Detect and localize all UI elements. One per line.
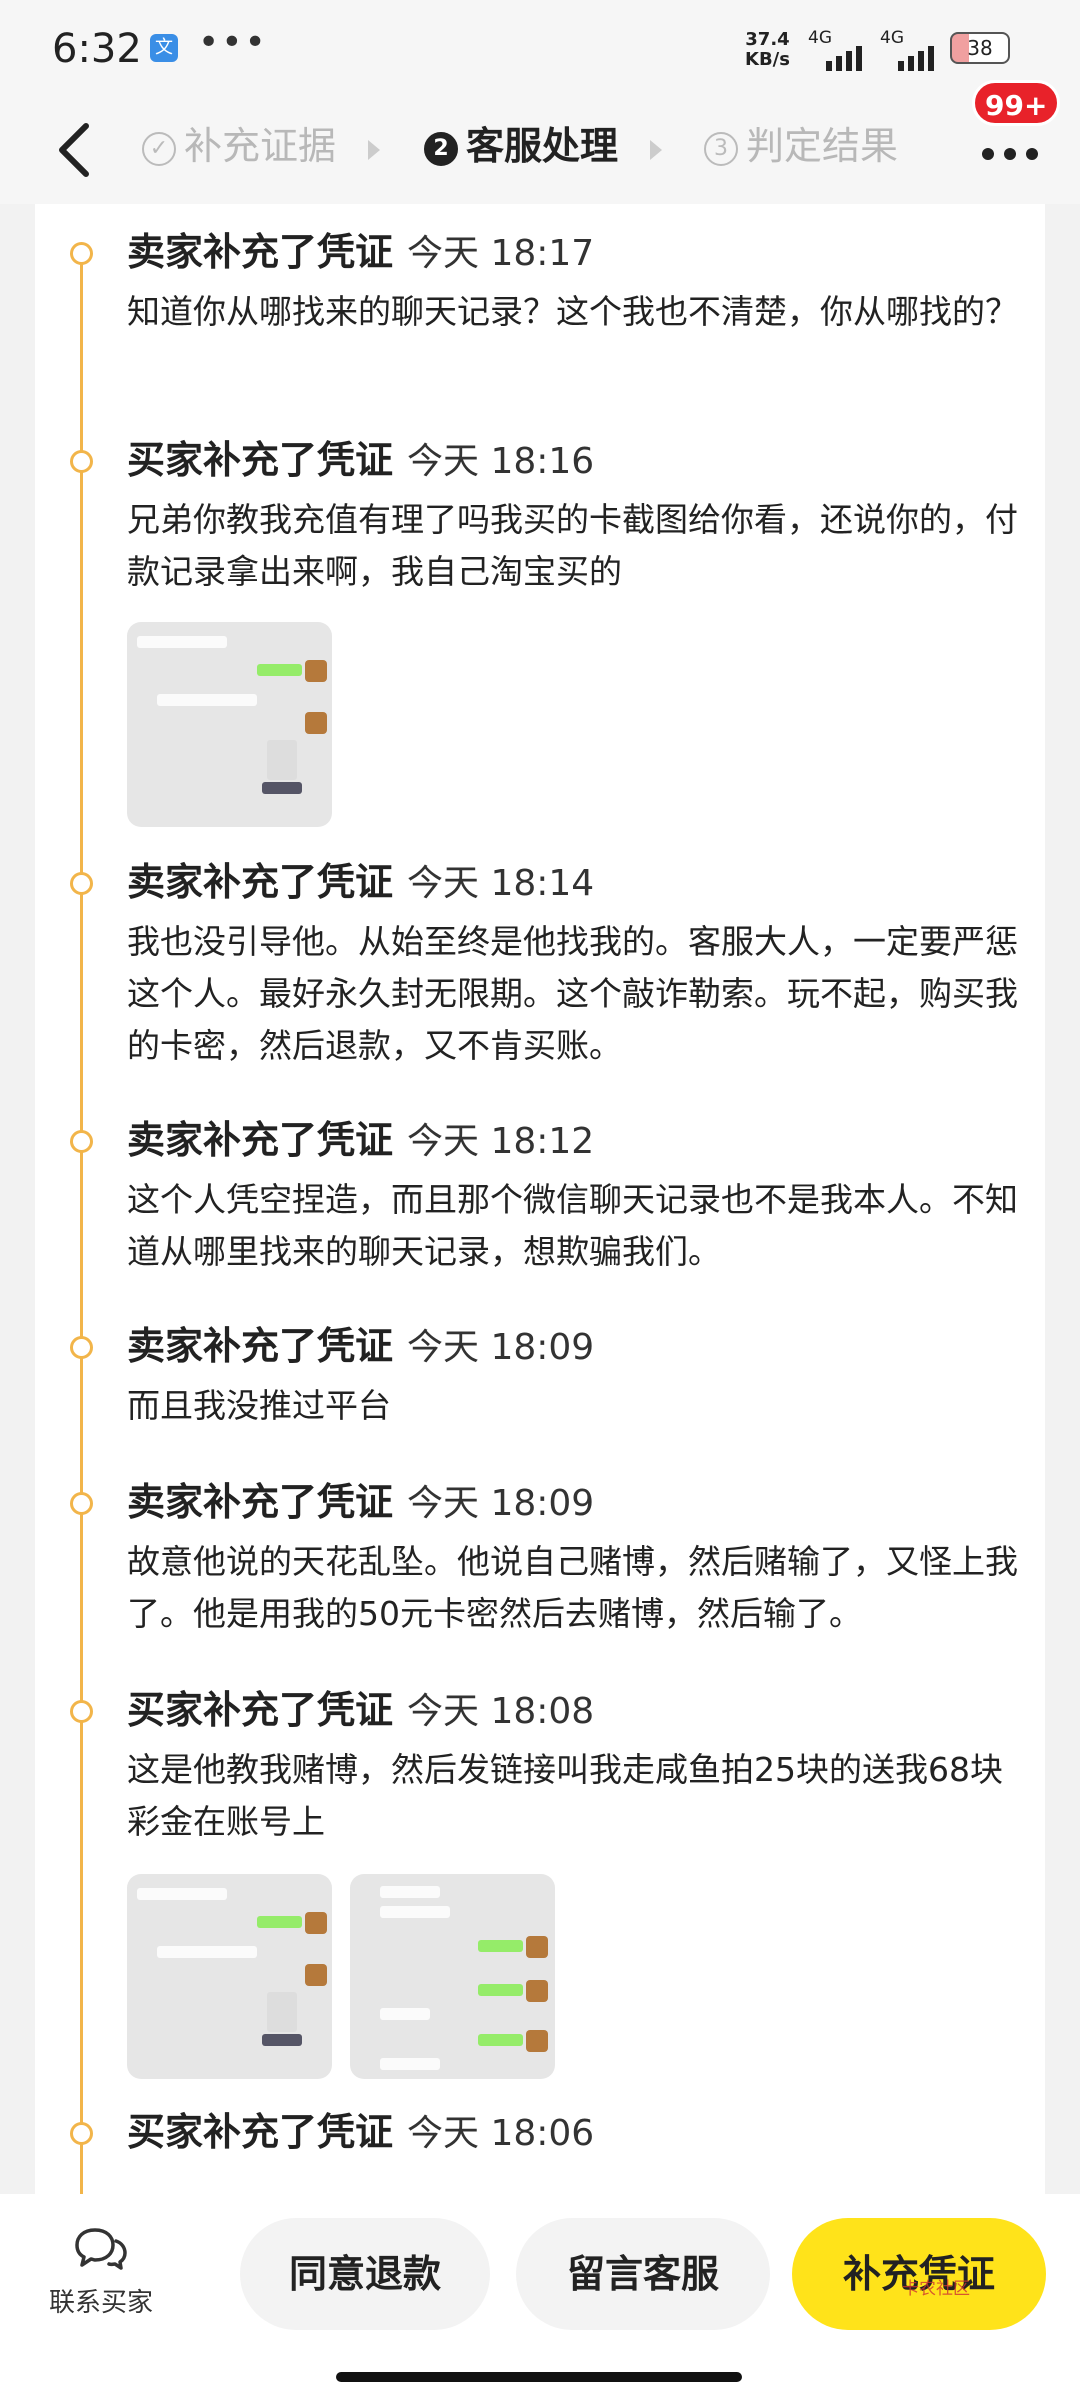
network-speed-value: 37.4 <box>745 29 790 50</box>
entry-text: 这是他教我赌博，然后发链接叫我走咸鱼拍25块的送我68块彩金在账号上 <box>127 1750 1003 1841</box>
signal-icon: 4G <box>880 28 950 71</box>
home-indicator[interactable] <box>336 2372 742 2382</box>
signal-icon: 4G <box>808 28 878 71</box>
notification-badge: 99+ <box>972 80 1061 126</box>
battery-icon: 38 <box>950 32 1010 64</box>
contact-buyer-button[interactable]: 联系买家 <box>36 2224 166 2319</box>
entry-title: 卖家补充了凭证 <box>127 860 394 904</box>
timeline-dot <box>70 1130 93 1153</box>
entry-text: 这个人凭空捏造，而且那个微信聊天记录也不是我本人。不知道从哪里找来的聊天记录，想… <box>127 1180 1018 1271</box>
evidence-images <box>127 622 332 827</box>
step-arrow-icon <box>650 140 662 160</box>
sim2-network-type: 4G <box>880 28 904 48</box>
entry-header: 卖家补充了凭证 今天 18:17 <box>127 224 594 280</box>
timeline-dot <box>70 450 93 473</box>
timeline-line <box>80 244 83 2194</box>
entry-title: 买家补充了凭证 <box>127 1688 394 1732</box>
evidence-images <box>127 1874 555 2079</box>
more-menu-icon[interactable] <box>980 130 1040 170</box>
step-number: 2 <box>424 132 458 166</box>
sim1-network-type: 4G <box>808 28 832 48</box>
entry-title: 卖家补充了凭证 <box>127 1480 394 1524</box>
entry-time: 今天 18:09 <box>407 1327 595 1368</box>
entry-title: 卖家补充了凭证 <box>127 1324 394 1368</box>
message-customer-service-button[interactable]: 留言客服 <box>516 2218 770 2330</box>
entry-title: 卖家补充了凭证 <box>127 230 394 274</box>
entry-text: 兄弟你教我充值有理了吗我买的卡截图给你看，还说你的，付款记录拿出来啊，我自己淘宝… <box>127 500 1018 591</box>
entry-title: 卖家补充了凭证 <box>127 1118 394 1162</box>
chat-bubble-icon <box>75 2228 127 2270</box>
evidence-image-thumbnail[interactable] <box>127 622 332 827</box>
step-verdict: 3 判定结果 <box>704 116 898 176</box>
network-speed-unit: KB/s <box>745 49 790 70</box>
top-navigation: ✓ 补充证据 2 客服处理 3 判定结果 99+ <box>0 80 1080 204</box>
network-speed: 37.4 KB/s <box>745 30 790 70</box>
entry-time: 今天 18:06 <box>407 2113 595 2154</box>
evidence-image-thumbnail[interactable] <box>127 1874 332 2079</box>
bottom-action-bar: 联系买家 同意退款 留言客服 补充凭证 卡农社区 <box>0 2194 1080 2400</box>
step-label: 补充证据 <box>184 124 337 168</box>
timeline-dot <box>70 1336 93 1359</box>
more-notifications-icon: ••• <box>198 22 268 63</box>
evidence-image-thumbnail[interactable] <box>350 1874 555 2079</box>
entry-header: 卖家补充了凭证 今天 18:12 <box>127 1112 594 1168</box>
timeline-dot <box>70 1700 93 1723</box>
timeline-dot <box>70 1492 93 1515</box>
entry-text: 故意他说的天花乱坠。他说自己赌博，然后赌输了，又怪上我了。他是用我的50元卡密然… <box>127 1542 1018 1633</box>
entry-header: 买家补充了凭证 今天 18:06 <box>127 2104 594 2160</box>
entry-header: 买家补充了凭证 今天 18:16 <box>127 432 594 488</box>
step-number: 3 <box>704 132 738 166</box>
step-supplement-evidence: ✓ 补充证据 <box>142 116 336 176</box>
entry-time: 今天 18:09 <box>407 1483 595 1524</box>
step-check-icon: ✓ <box>142 132 176 166</box>
contact-buyer-label: 联系买家 <box>48 2288 153 2318</box>
entry-header: 卖家补充了凭证 今天 18:09 <box>127 1318 594 1374</box>
entry-text: 而且我没推过平台 <box>127 1386 391 1425</box>
timeline-dot <box>70 242 93 265</box>
entry-title: 买家补充了凭证 <box>127 438 394 482</box>
timeline-card[interactable]: 卖家补充了凭证 今天 18:17 知道你从哪找来的聊天记录？这个我也不清楚，你从哪… <box>35 204 1045 2194</box>
app-notification-icon: 文 <box>150 34 178 62</box>
step-label: 判定结果 <box>746 124 899 168</box>
step-label: 客服处理 <box>466 124 619 168</box>
status-time: 6:32 <box>52 26 142 72</box>
entry-time: 今天 18:17 <box>407 233 595 274</box>
entry-time: 今天 18:12 <box>407 1121 595 1162</box>
step-customer-service: 2 客服处理 <box>424 116 618 176</box>
timeline-dot <box>70 2122 93 2145</box>
agree-refund-button[interactable]: 同意退款 <box>240 2218 490 2330</box>
timeline-dot <box>70 872 93 895</box>
back-arrow-icon[interactable] <box>52 118 102 182</box>
entry-text: 我也没引导他。从始至终是他找我的。客服大人，一定要严惩这个人。最好永久封无限期。… <box>127 922 1018 1065</box>
entry-header: 买家补充了凭证 今天 18:08 <box>127 1682 594 1738</box>
entry-header: 卖家补充了凭证 今天 18:09 <box>127 1474 594 1530</box>
entry-text: 知道你从哪找来的聊天记录？这个我也不清楚，你从哪找的？ <box>127 292 1018 331</box>
entry-title: 买家补充了凭证 <box>127 2110 394 2154</box>
step-arrow-icon <box>368 140 380 160</box>
entry-time: 今天 18:14 <box>407 863 595 904</box>
entry-time: 今天 18:08 <box>407 1691 595 1732</box>
entry-time: 今天 18:16 <box>407 441 595 482</box>
entry-header: 卖家补充了凭证 今天 18:14 <box>127 854 594 910</box>
watermark: 卡农社区 <box>902 2279 970 2299</box>
status-bar: 6:32 文 ••• 37.4 KB/s 4G 4G 38 <box>0 0 1080 96</box>
